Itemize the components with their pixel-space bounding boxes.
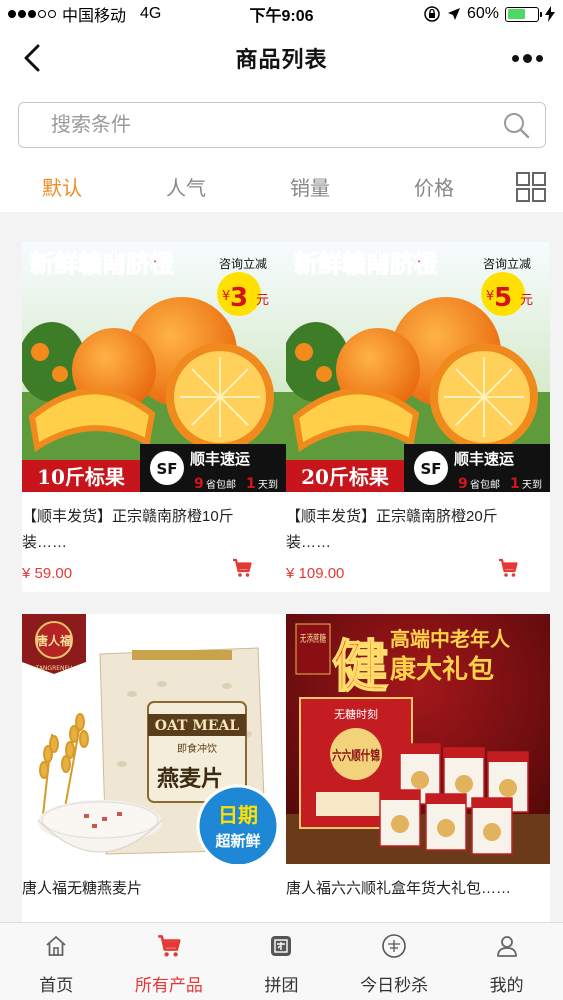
burst-line1: 日期 [218,803,258,827]
image-shipping-c: 1 [246,476,256,492]
sf-logo-icon: SF [156,460,177,478]
image-shipping-b: 省包邮 [470,478,500,491]
image-badge-value: 5 [494,283,512,313]
charging-bolt-icon [545,6,555,22]
box-brand: 无糖时刻 [334,707,378,721]
dot [535,54,543,62]
image-courier: 顺丰速运 [454,450,514,468]
product-card[interactable]: 新鲜赣南脐橙 咨询立减 ¥ 3 元 10斤标果 SF 顺丰速运 9 省包邮 1 … [22,242,286,592]
tab-label: 我的 [489,976,524,995]
tab-label: 拼团 [264,976,299,995]
image-badge-unit: 元 [256,293,269,308]
image-headline: 新鲜赣南脐橙 [30,250,175,278]
image-badge-value: 3 [230,283,248,313]
product-card[interactable]: OAT MEAL 即食冲饮 燕麦片 唐人福 TANGRENFU 日期 超新鲜 唐… [22,614,286,922]
image-shipping-b: 省包邮 [206,478,236,491]
tab-label: 所有产品 [134,976,203,995]
chevron-left-icon [24,44,40,72]
tab-group-buy[interactable]: 拼团 [225,923,338,1000]
user-icon [494,933,520,959]
image-courier: 顺丰速运 [190,450,250,468]
search-bar [18,102,546,148]
product-title[interactable]: 唐人福六六顺礼盒年货大礼包…… [286,876,536,902]
headline-2: 康大礼包 [390,654,494,685]
grid-icon [516,172,546,202]
image-shipping-a: 9 [194,476,204,492]
image-weight-label: 10斤标果 [37,465,125,489]
brand-name: 唐人福 [36,633,72,648]
tab-profile[interactable]: 我的 [450,923,563,1000]
image-badge-top: 咨询立减 [483,256,531,271]
product-image-orange-10[interactable]: 新鲜赣南脐橙 咨询立减 ¥ 3 元 10斤标果 SF 顺丰速运 9 省包邮 1 … [22,242,286,492]
big-char: 健 [332,634,388,700]
sort-tab-price[interactable]: 价格 [372,172,496,201]
signal-strength-icon [8,10,56,18]
search-icon[interactable] [501,110,531,140]
product-price: ¥ 109.00 [286,565,345,582]
image-shipping-c: 1 [510,476,520,492]
image-badge-top: 咨询立减 [219,256,267,271]
brand-en: TANGRENFU [35,665,73,672]
headline-1: 高端中老年人 [390,627,511,651]
tab-home[interactable]: 首页 [0,923,113,1000]
sf-logo-icon: SF [420,460,441,478]
product-title[interactable]: 【顺丰发货】正宗赣南脐橙20斤装…… [286,504,536,556]
navigation-bar: 商品列表 [0,28,563,88]
search-input[interactable] [51,113,501,137]
pack-cn: 燕麦片 [157,766,223,792]
bottom-tab-bar: 首页 所有产品 拼团 今日秒杀 我的 [0,922,563,1000]
grid-view-toggle[interactable] [515,171,547,203]
product-price: ¥ 59.00 [22,565,73,582]
burst-line2: 超新鲜 [214,832,260,850]
back-button[interactable] [14,40,50,76]
group-icon [268,933,294,959]
sort-tab-popularity[interactable]: 人气 [124,172,248,201]
tab-all-products[interactable]: 所有产品 [113,923,226,1000]
box-title: 六六顺什锦 [332,748,380,764]
sort-tab-default[interactable]: 默认 [0,172,124,201]
home-icon [43,933,69,959]
add-to-cart-button[interactable] [498,558,522,582]
network-type: 4G [140,5,162,22]
product-image-orange-20[interactable]: 新鲜赣南脐橙 咨询立减 ¥ 5 元 20斤标果 SF 顺丰速运 9 省包邮 1 … [286,242,550,492]
pack-sub: 即食冲饮 [177,742,217,755]
product-title[interactable]: 唐人福无糖燕麦片 [22,876,272,902]
status-bar: 中国移动 4G 下午9:06 60% [0,0,563,28]
image-headline: 新鲜赣南脐橙 [294,250,439,278]
product-grid: 新鲜赣南脐橙 咨询立减 ¥ 3 元 10斤标果 SF 顺丰速运 9 省包邮 1 … [0,212,563,922]
location-arrow-icon [447,8,460,20]
image-badge-unit: 元 [520,293,533,308]
battery-icon [505,6,542,22]
image-shipping-a: 9 [458,476,468,492]
product-image-oatmeal[interactable]: OAT MEAL 即食冲饮 燕麦片 唐人福 TANGRENFU 日期 超新鲜 [22,614,286,864]
image-shipping-d: 天到 [258,479,278,491]
tab-flash-sale[interactable]: 今日秒杀 [338,923,451,1000]
sort-bar: 默认 人气 销量 价格 [0,162,563,210]
product-image-gift-box[interactable]: 无添蔗糖 健 高端中老年人 康大礼包 无糖时刻 六六顺什锦 [286,614,550,864]
flash-sale-icon [381,933,407,959]
cart-icon [233,558,252,577]
cart-icon [156,933,182,959]
dot [522,53,532,63]
product-card[interactable]: 新鲜赣南脐橙 咨询立减 ¥ 5 元 20斤标果 SF 顺丰速运 9 省包邮 1 … [286,242,550,592]
more-options-button[interactable] [507,42,547,74]
product-card[interactable]: 无添蔗糖 健 高端中老年人 康大礼包 无糖时刻 六六顺什锦 唐人福六六顺礼盒年货… [286,614,550,922]
carrier-name: 中国移动 [62,8,127,25]
dot [511,54,519,62]
side-tag: 无添蔗糖 [300,632,326,645]
add-to-cart-button[interactable] [232,558,256,582]
image-shipping-d: 天到 [522,479,542,491]
orientation-lock-icon [424,6,440,22]
battery-percent: 60% [466,5,499,22]
cart-icon [499,558,518,577]
pack-text: OAT MEAL [155,718,240,734]
page-title: 商品列表 [235,47,328,72]
product-title[interactable]: 【顺丰发货】正宗赣南脐橙10斤装…… [22,504,272,556]
sort-tab-sales[interactable]: 销量 [248,172,372,201]
tab-label: 首页 [39,976,74,995]
tab-label: 今日秒杀 [360,976,429,995]
image-weight-label: 20斤标果 [301,465,389,489]
